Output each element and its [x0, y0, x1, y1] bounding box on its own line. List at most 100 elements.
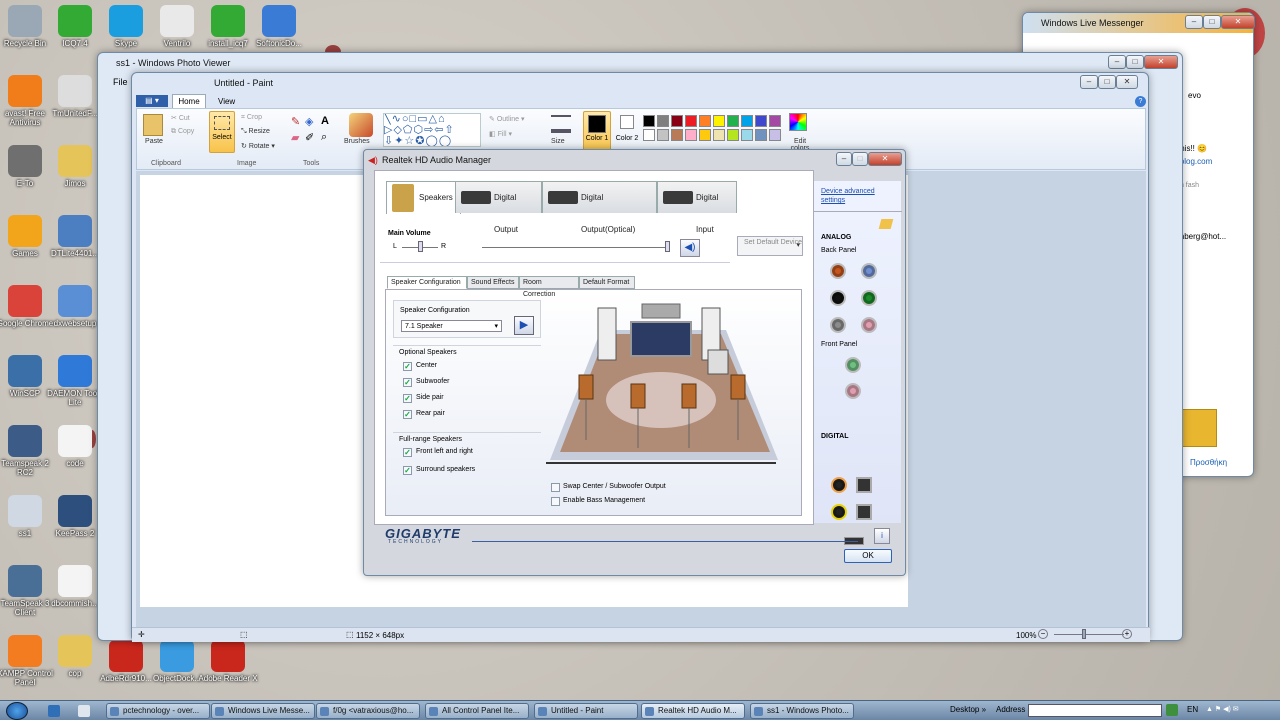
taskbar-item[interactable]: pctechnology - over... — [106, 703, 210, 719]
brushes-icon[interactable] — [349, 113, 373, 137]
magnifier-icon[interactable]: ⌕ — [321, 131, 327, 144]
size-button[interactable]: Size — [551, 138, 565, 145]
palette-swatch[interactable] — [769, 115, 781, 127]
jack-back-panel[interactable] — [861, 317, 877, 333]
color-palette[interactable] — [641, 113, 791, 143]
size-icon[interactable] — [551, 115, 571, 133]
jack-back-panel[interactable] — [830, 317, 846, 333]
eraser-icon[interactable]: ▰ — [291, 131, 299, 144]
help-icon[interactable]: ? — [1135, 96, 1146, 107]
close-button[interactable]: ✕ — [1221, 15, 1255, 29]
zoom-out-button[interactable]: − — [1038, 629, 1048, 639]
messenger-snippet[interactable]: iblog.com — [1178, 157, 1212, 166]
copy-button[interactable]: ⧉ Copy — [171, 128, 194, 136]
palette-swatch[interactable] — [685, 115, 697, 127]
minimize-button[interactable]: ‒ — [1080, 75, 1098, 89]
set-default-device-button[interactable]: Set Default Device ▾ — [737, 236, 803, 256]
desktop-icon[interactable]: Adobe Reader X — [196, 640, 260, 683]
bass-management-checkbox[interactable] — [551, 497, 560, 506]
minimize-button[interactable]: ‒ — [1185, 15, 1203, 29]
subtab-default-format[interactable]: Default Format — [579, 276, 635, 289]
minimize-button[interactable]: ‒ — [836, 152, 852, 166]
palette-swatch[interactable] — [741, 115, 753, 127]
rotate-button[interactable]: ↻ Rotate ▾ — [241, 142, 275, 150]
outline-button[interactable]: ✎ Outline ▾ — [489, 115, 524, 123]
taskbar-item[interactable]: Realtek HD Audio M... — [641, 703, 745, 719]
maximize-button[interactable]: □ — [1126, 55, 1144, 69]
optional-speaker-checkbox[interactable]: ✓ — [403, 362, 412, 371]
palette-swatch[interactable] — [671, 115, 683, 127]
optional-speaker-checkbox[interactable]: ✓ — [403, 410, 412, 419]
palette-swatch[interactable] — [657, 129, 669, 141]
cut-button[interactable]: ✂ Cut — [171, 114, 190, 122]
folder-icon[interactable] — [878, 219, 894, 229]
palette-swatch[interactable] — [699, 129, 711, 141]
jack-back-panel[interactable] — [861, 263, 877, 279]
palette-swatch[interactable] — [727, 129, 739, 141]
tools-grid[interactable]: ✎ ◈ A ▰ ✐ ⌕ — [291, 115, 335, 149]
swap-center-checkbox[interactable] — [551, 483, 560, 492]
taskbar-item[interactable]: All Control Panel Ite... — [425, 703, 529, 719]
jack-back-panel[interactable] — [830, 290, 846, 306]
tab-digital-input[interactable]: Digital Input — [657, 181, 737, 234]
jack-spdif-optical-out[interactable] — [856, 477, 872, 493]
subtab-sound-effects[interactable]: Sound Effects — [467, 276, 519, 289]
optional-speaker-checkbox[interactable]: ✓ — [403, 378, 412, 387]
jack-back-panel[interactable] — [830, 263, 846, 279]
tab-speakers[interactable]: Speakers — [386, 181, 461, 214]
jack-front-panel[interactable] — [845, 357, 861, 373]
taskbar-item[interactable]: Windows Live Messe... — [211, 703, 315, 719]
palette-swatch[interactable] — [727, 115, 739, 127]
tab-digital-output-optical[interactable]: Digital Output(Optical) — [542, 181, 657, 234]
taskbar-item[interactable]: f/0g <vatraxious@ho... — [316, 703, 420, 719]
chevron-down-icon[interactable]: ▾ — [796, 242, 800, 250]
device-advanced-settings-link[interactable]: Device advanced settings — [821, 187, 887, 205]
jack-spdif-optical-in[interactable] — [856, 504, 872, 520]
minimize-button[interactable]: ‒ — [1108, 55, 1126, 69]
quicklaunch-icon[interactable] — [48, 705, 60, 717]
palette-swatch[interactable] — [657, 115, 669, 127]
close-button[interactable]: ✕ — [868, 152, 902, 166]
tab-home[interactable]: Home — [172, 94, 206, 108]
palette-swatch[interactable] — [699, 115, 711, 127]
close-button[interactable]: ✕ — [1144, 55, 1178, 69]
crop-button[interactable]: ⌗ Crop — [241, 114, 262, 122]
play-test-button[interactable]: ▶ — [514, 316, 534, 335]
optional-speaker-checkbox[interactable]: ✓ — [403, 394, 412, 403]
zoom-slider[interactable] — [1054, 634, 1124, 635]
subtab-room-correction[interactable]: Room Correction — [519, 276, 579, 298]
palette-swatch[interactable] — [713, 129, 725, 141]
paste-button[interactable]: Paste — [141, 138, 167, 145]
palette-swatch[interactable] — [755, 115, 767, 127]
go-icon[interactable] — [1166, 704, 1178, 716]
text-icon[interactable]: A — [321, 115, 329, 127]
jack-spdif-coax-out[interactable] — [831, 477, 847, 493]
full-range-checkbox[interactable]: ✓ — [403, 466, 412, 475]
volume-slider-thumb[interactable] — [665, 241, 670, 252]
show-desktop-icon[interactable] — [78, 705, 90, 717]
maximize-button[interactable]: □ — [1098, 75, 1116, 89]
taskbar-item[interactable]: ss1 - Windows Photo... — [750, 703, 854, 719]
palette-swatch[interactable] — [643, 129, 655, 141]
palette-swatch[interactable] — [741, 129, 753, 141]
close-button[interactable]: ✕ — [1116, 75, 1138, 89]
palette-swatch[interactable] — [713, 115, 725, 127]
jack-back-panel[interactable] — [861, 290, 877, 306]
desktop-icon[interactable]: SoftonicDo... — [247, 5, 311, 48]
address-input[interactable] — [1028, 704, 1162, 717]
edit-colors-icon[interactable] — [789, 113, 807, 131]
resize-button[interactable]: ⤡ Resize — [241, 128, 270, 136]
palette-swatch[interactable] — [643, 115, 655, 127]
balance-slider-thumb[interactable] — [418, 241, 423, 252]
palette-swatch[interactable] — [755, 129, 767, 141]
zoom-slider-thumb[interactable] — [1082, 629, 1086, 639]
tab-digital-output[interactable]: Digital Output — [455, 181, 542, 234]
taskbar-item[interactable]: Untitled - Paint — [534, 703, 638, 719]
full-range-checkbox[interactable]: ✓ — [403, 448, 412, 457]
realtek-window[interactable]: Realtek HD Audio Manager ◀) ‒ □ ✕ Device… — [363, 149, 906, 576]
fill-button[interactable]: ◧ Fill ▾ — [489, 130, 512, 138]
color2-button[interactable]: Color 2 — [614, 115, 640, 153]
fill-icon[interactable]: ◈ — [305, 115, 313, 128]
add-contact-link[interactable]: Προσθήκη — [1190, 458, 1227, 467]
speaker-config-select[interactable]: 7.1 Speaker ▾ — [401, 320, 502, 332]
